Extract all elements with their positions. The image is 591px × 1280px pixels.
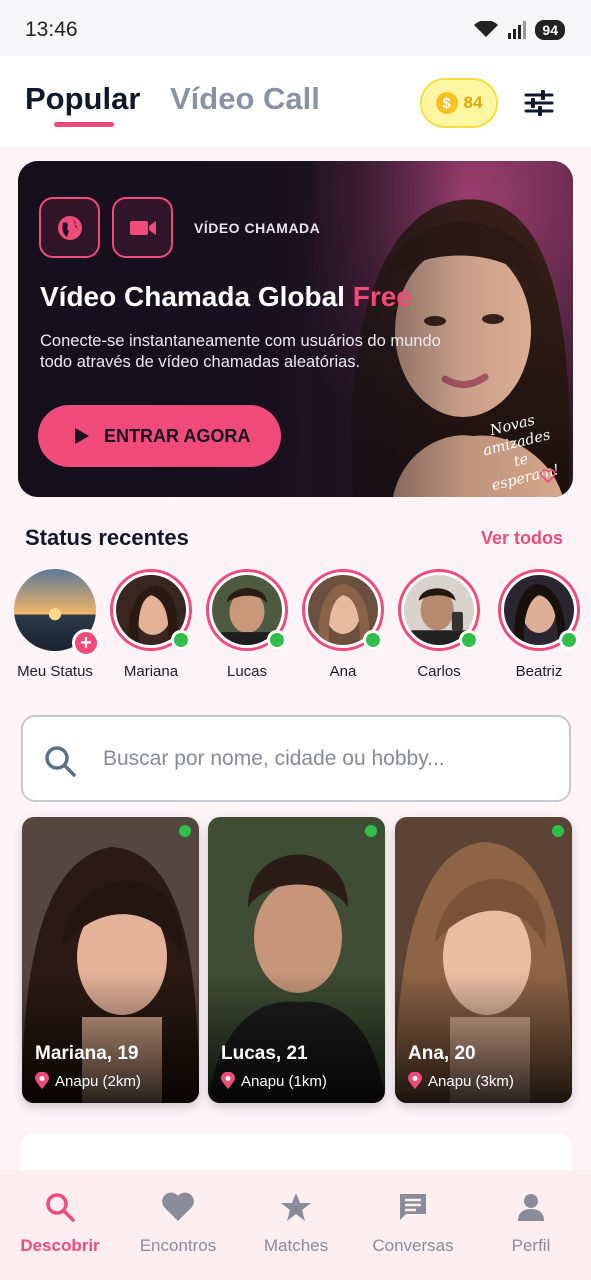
story-name: Beatriz bbox=[515, 663, 563, 680]
status-bar: 13:46 94 bbox=[0, 0, 591, 56]
see-all-link[interactable]: Ver todos bbox=[481, 528, 563, 549]
online-indicator bbox=[559, 630, 579, 650]
video-camera-icon bbox=[112, 197, 173, 258]
signal-icon bbox=[508, 21, 527, 39]
online-indicator bbox=[171, 630, 191, 650]
nav-label: Conversas bbox=[372, 1236, 454, 1255]
online-indicator bbox=[552, 825, 564, 837]
nav-conversations[interactable]: Conversas bbox=[354, 1188, 472, 1256]
profile-card-mariana[interactable]: Mariana, 19 Anapu (2km) bbox=[22, 817, 199, 1103]
tab-popular[interactable]: Popular bbox=[25, 81, 140, 117]
banner-title-highlight: Free bbox=[352, 281, 412, 312]
nav-label: Descobrir bbox=[20, 1236, 100, 1255]
coin-icon: $ bbox=[435, 92, 458, 114]
story-name: Carlos bbox=[417, 663, 461, 680]
search-icon bbox=[45, 746, 76, 777]
story-name: Meu Status bbox=[17, 663, 93, 680]
banner-description: Conecte-se instantaneamente com usuários… bbox=[40, 332, 441, 371]
profile-location: Anapu (1km) bbox=[221, 1072, 327, 1090]
banner-title: Vídeo Chamada Global Free bbox=[40, 281, 412, 312]
profile-location: Anapu (3km) bbox=[408, 1072, 514, 1090]
coin-count: 84 bbox=[463, 93, 483, 112]
active-tab-indicator bbox=[54, 122, 114, 127]
nav-discover[interactable]: Descobrir bbox=[1, 1188, 119, 1256]
wifi-icon bbox=[474, 21, 499, 37]
status-section-title: Status recentes bbox=[25, 525, 189, 550]
story-my-status[interactable]: + Meu Status bbox=[10, 569, 100, 680]
heart-outline-icon bbox=[540, 469, 556, 483]
profile-name: Mariana, 19 bbox=[35, 1043, 139, 1064]
tab-video-call[interactable]: Vídeo Call bbox=[170, 81, 320, 117]
story-name: Ana bbox=[329, 663, 357, 680]
sliders-icon[interactable] bbox=[524, 89, 554, 117]
story-beatriz[interactable]: Beatriz bbox=[494, 569, 584, 680]
nav-encounters[interactable]: Encontros bbox=[119, 1188, 237, 1256]
nav-label: Matches bbox=[263, 1236, 329, 1255]
search-icon bbox=[46, 1193, 75, 1222]
location-pin-icon bbox=[408, 1072, 422, 1089]
story-name: Mariana bbox=[123, 663, 179, 680]
profile-card-lucas[interactable]: Lucas, 21 Anapu (1km) bbox=[208, 817, 385, 1103]
online-indicator bbox=[267, 630, 287, 650]
online-indicator bbox=[363, 630, 383, 650]
add-status-button[interactable]: + bbox=[72, 629, 100, 657]
globe-icon bbox=[39, 197, 100, 258]
location-pin-icon bbox=[221, 1072, 235, 1089]
profile-card-ana[interactable]: Ana, 20 Anapu (3km) bbox=[395, 817, 572, 1103]
enter-now-button[interactable]: ENTRAR AGORA bbox=[38, 405, 281, 467]
heart-icon bbox=[162, 1192, 194, 1221]
nav-label: Encontros bbox=[139, 1236, 217, 1255]
clock: 13:46 bbox=[25, 18, 78, 41]
search-bar[interactable] bbox=[21, 715, 571, 802]
location-label: Anapu (2km) bbox=[55, 1072, 141, 1090]
star-icon bbox=[281, 1193, 311, 1221]
battery-indicator: 94 bbox=[535, 20, 565, 40]
chat-icon bbox=[400, 1194, 426, 1220]
nav-label: Perfil bbox=[511, 1236, 551, 1255]
bottom-navigation: Descobrir Encontros Matches Conversas Pe… bbox=[0, 1170, 591, 1280]
profile-name: Ana, 20 bbox=[408, 1043, 476, 1064]
nav-profile[interactable]: Perfil bbox=[472, 1188, 590, 1256]
online-indicator bbox=[459, 630, 479, 650]
enter-now-label: ENTRAR AGORA bbox=[104, 425, 251, 446]
location-label: Anapu (1km) bbox=[241, 1072, 327, 1090]
nav-matches[interactable]: Matches bbox=[237, 1188, 355, 1256]
person-icon bbox=[518, 1194, 544, 1221]
search-input[interactable] bbox=[103, 743, 543, 775]
online-indicator bbox=[179, 825, 191, 837]
story-name: Lucas bbox=[226, 663, 268, 680]
location-label: Anapu (3km) bbox=[428, 1072, 514, 1090]
story-carlos[interactable]: Carlos bbox=[394, 569, 484, 680]
top-header: Popular Vídeo Call $ 84 bbox=[0, 56, 591, 146]
play-icon bbox=[75, 428, 89, 444]
coin-balance-button[interactable]: $ 84 bbox=[420, 78, 498, 128]
location-pin-icon bbox=[35, 1072, 49, 1089]
status-icons: 94 bbox=[473, 20, 565, 40]
story-mariana[interactable]: Mariana bbox=[106, 569, 196, 680]
profile-name: Lucas, 21 bbox=[221, 1043, 308, 1064]
banner-tag: VÍDEO CHAMADA bbox=[194, 220, 321, 236]
profile-location: Anapu (2km) bbox=[35, 1072, 141, 1090]
online-indicator bbox=[365, 825, 377, 837]
story-lucas[interactable]: Lucas bbox=[202, 569, 292, 680]
story-ana[interactable]: Ana bbox=[298, 569, 388, 680]
global-video-call-banner[interactable]: VÍDEO CHAMADA Vídeo Chamada Global Free … bbox=[18, 161, 573, 497]
